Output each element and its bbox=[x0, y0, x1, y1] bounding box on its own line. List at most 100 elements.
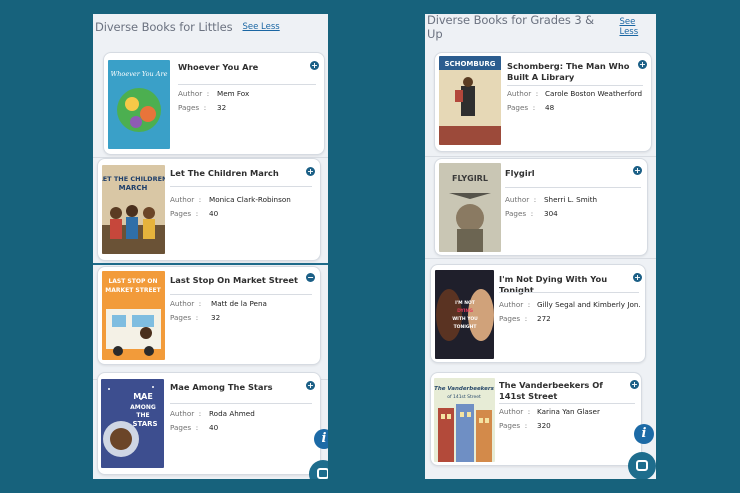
author-label: Author : bbox=[178, 89, 210, 98]
divider bbox=[499, 403, 635, 404]
separator bbox=[425, 258, 656, 259]
plus-icon[interactable]: + bbox=[633, 273, 642, 282]
book-card-flygirl[interactable]: FLYGIRL Flygirl Author : Sherri L. Smith… bbox=[434, 158, 648, 256]
right-panel: Diverse Books for Grades 3 & Up See Less… bbox=[425, 14, 656, 479]
book-title: Flygirl bbox=[505, 168, 535, 178]
svg-text:FLYGIRL: FLYGIRL bbox=[452, 174, 488, 183]
author-value: Matt de la Pena bbox=[211, 299, 267, 308]
book-cover-the-vanderbeekers[interactable]: The Vanderbeekers of 141st Street bbox=[434, 378, 495, 462]
book-title: Schomberg: The Man Who Built A Library bbox=[507, 61, 630, 82]
book-cover-mae-among-the-stars[interactable]: MAE AMONG THE STARS bbox=[101, 379, 164, 468]
book-card-last-stop-on-market-street[interactable]: LAST STOP ON MARKET STREET Last Stop On … bbox=[97, 266, 321, 365]
svg-text:I'M NOT: I'M NOT bbox=[455, 300, 476, 306]
book-title: Let The Children March bbox=[170, 168, 279, 178]
svg-text:LAST STOP ON: LAST STOP ON bbox=[108, 278, 157, 285]
book-card-the-vanderbeekers[interactable]: The Vanderbeekers of 141st Street The Va… bbox=[430, 372, 642, 466]
svg-text:Whoever You Are: Whoever You Are bbox=[111, 70, 168, 78]
pages-value: 272 bbox=[537, 314, 551, 323]
cover-art: The Vanderbeekers of 141st Street bbox=[434, 378, 495, 462]
author-label: Author : bbox=[505, 195, 537, 204]
plus-icon[interactable]: + bbox=[630, 380, 639, 389]
pages-label: Pages : bbox=[170, 313, 199, 322]
svg-text:SCHOMBURG: SCHOMBURG bbox=[444, 60, 495, 68]
cover-art: FLYGIRL bbox=[439, 163, 501, 252]
author-value: Roda Ahmed bbox=[209, 409, 255, 418]
author-label: Author : bbox=[499, 300, 531, 309]
plus-icon[interactable]: + bbox=[306, 381, 315, 390]
book-card-mae-among-the-stars[interactable]: MAE AMONG THE STARS Mae Among The Stars … bbox=[97, 372, 321, 475]
author-value: Karina Yan Glaser bbox=[537, 407, 600, 416]
cover-art: MAE AMONG THE STARS bbox=[101, 379, 164, 468]
author-label: Author : bbox=[170, 409, 202, 418]
author-value: Gilly Segal and Kimberly Jon... bbox=[537, 300, 641, 309]
svg-text:MARCH: MARCH bbox=[119, 184, 148, 192]
divider bbox=[170, 186, 312, 187]
pages-value: 40 bbox=[209, 423, 219, 432]
info-icon[interactable]: i bbox=[314, 429, 328, 449]
plus-icon[interactable]: + bbox=[633, 166, 642, 175]
author-label: Author : bbox=[499, 407, 531, 416]
cover-art: LAST STOP ON MARKET STREET bbox=[102, 271, 165, 360]
book-cover-flygirl[interactable]: FLYGIRL bbox=[439, 163, 501, 252]
pages-label: Pages : bbox=[178, 103, 207, 112]
pages-label: Pages : bbox=[170, 423, 199, 432]
right-see-less-link[interactable]: See Less bbox=[619, 17, 656, 37]
book-title: Whoever You Are bbox=[178, 62, 259, 72]
author-label: Author : bbox=[170, 195, 202, 204]
pages-value: 32 bbox=[211, 313, 221, 322]
chat-icon bbox=[636, 460, 648, 471]
author-value: Sherri L. Smith bbox=[544, 195, 598, 204]
pages-value: 48 bbox=[545, 103, 555, 112]
left-see-less-link[interactable]: See Less bbox=[243, 22, 280, 32]
book-cover-schomberg[interactable]: SCHOMBURG bbox=[439, 56, 501, 145]
book-card-im-not-dying-with-you-tonight[interactable]: I'M NOT DYING WITH YOU TONIGHT I'm Not D… bbox=[430, 264, 646, 363]
svg-text:MAE: MAE bbox=[133, 392, 153, 401]
book-title: Mae Among The Stars bbox=[170, 382, 273, 392]
pages-label: Pages : bbox=[505, 209, 534, 218]
book-card-let-the-children-march[interactable]: LET THE CHILDREN MARCH Let The Children … bbox=[97, 158, 321, 261]
plus-icon[interactable]: + bbox=[638, 60, 647, 69]
book-cover-im-not-dying[interactable]: I'M NOT DYING WITH YOU TONIGHT bbox=[435, 270, 494, 359]
author-value: Mem Fox bbox=[217, 89, 250, 98]
cover-art: SCHOMBURG bbox=[439, 56, 501, 145]
svg-text:DYING: DYING bbox=[457, 308, 473, 314]
plus-icon[interactable]: + bbox=[310, 61, 319, 70]
svg-text:of 141st Street: of 141st Street bbox=[447, 394, 481, 400]
pages-label: Pages : bbox=[170, 209, 199, 218]
right-panel-title: Diverse Books for Grades 3 & Up bbox=[427, 14, 594, 41]
author-value: Carole Boston Weatherford bbox=[545, 89, 643, 98]
book-cover-last-stop-on-market-street[interactable]: LAST STOP ON MARKET STREET bbox=[102, 271, 165, 360]
pages-value: 304 bbox=[544, 209, 558, 218]
minus-icon[interactable]: − bbox=[306, 273, 315, 282]
left-panel: Diverse Books for Littles See Less Whoev… bbox=[93, 14, 328, 479]
book-title: The Vanderbeekers Of 141st Street bbox=[499, 380, 603, 401]
left-panel-header: Diverse Books for Littles See Less bbox=[93, 14, 328, 40]
pages-value: 40 bbox=[209, 209, 219, 218]
author-value: Monica Clark-Robinson bbox=[209, 195, 291, 204]
pages-label: Pages : bbox=[499, 314, 528, 323]
divider bbox=[499, 292, 639, 293]
book-card-schomberg[interactable]: SCHOMBURG Schomberg: The Man Who Built A… bbox=[434, 52, 652, 152]
chat-icon bbox=[317, 468, 328, 479]
info-icon[interactable]: i bbox=[634, 424, 654, 444]
cover-art: I'M NOT DYING WITH YOU TONIGHT bbox=[435, 270, 494, 359]
svg-text:WITH YOU: WITH YOU bbox=[452, 316, 478, 322]
svg-text:LET THE CHILDREN: LET THE CHILDREN bbox=[102, 175, 165, 183]
book-card-whoever-you-are[interactable]: Whoever You Are Whoever You Are Author :… bbox=[103, 52, 325, 155]
book-cover-whoever-you-are[interactable]: Whoever You Are bbox=[108, 60, 170, 149]
author-label: Author : bbox=[507, 89, 539, 98]
active-separator bbox=[93, 263, 328, 265]
book-title: Last Stop On Market Street bbox=[170, 275, 298, 285]
pages-label: Pages : bbox=[499, 421, 528, 430]
book-cover-let-the-children-march[interactable]: LET THE CHILDREN MARCH bbox=[102, 165, 165, 254]
pages-value: 32 bbox=[217, 103, 227, 112]
left-panel-title: Diverse Books for Littles bbox=[95, 20, 233, 34]
svg-text:MARKET STREET: MARKET STREET bbox=[105, 287, 161, 294]
pages-label: Pages : bbox=[507, 103, 536, 112]
cover-art: Whoever You Are bbox=[108, 60, 170, 149]
author-label: Author : bbox=[170, 299, 202, 308]
chat-button[interactable] bbox=[628, 452, 656, 479]
plus-icon[interactable]: + bbox=[306, 167, 315, 176]
svg-text:The Vanderbeekers: The Vanderbeekers bbox=[434, 386, 494, 392]
divider bbox=[170, 403, 312, 404]
